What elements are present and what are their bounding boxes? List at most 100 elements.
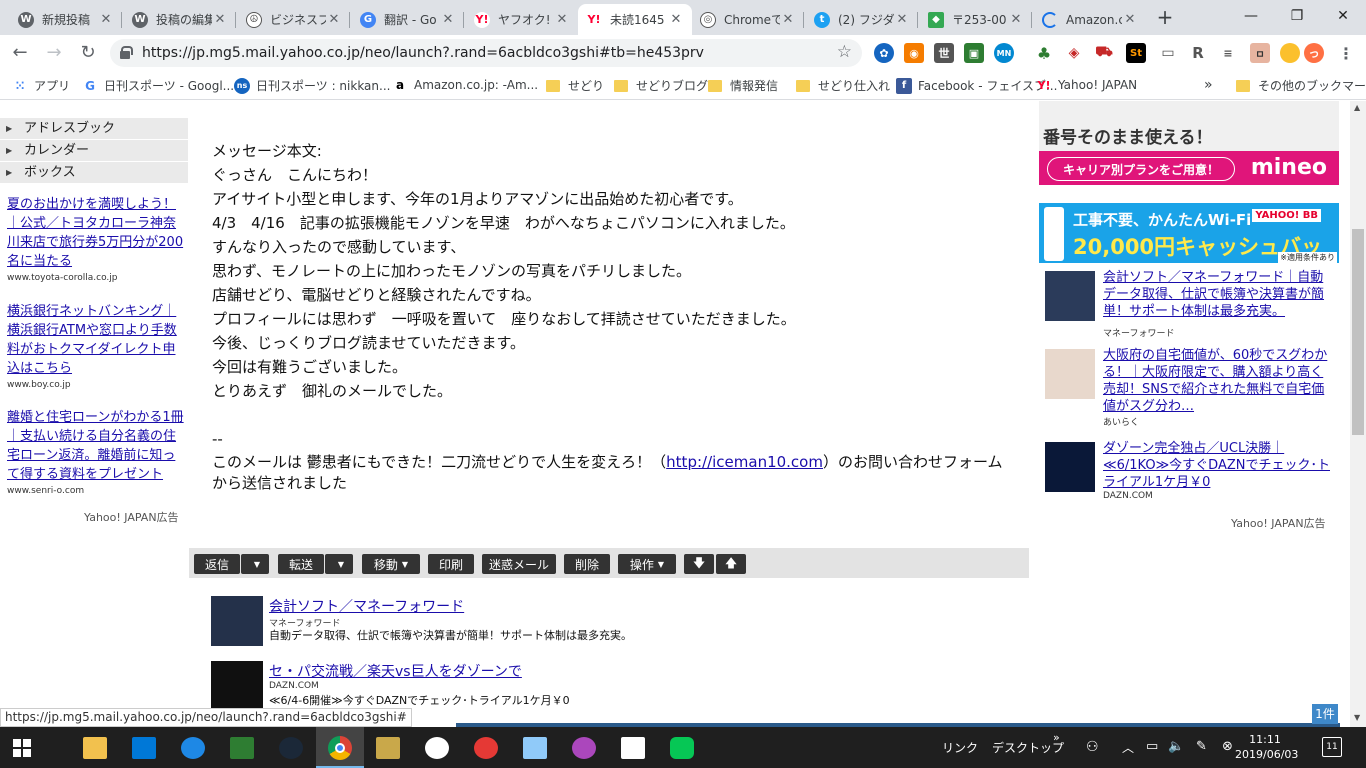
bookmarks-more-button[interactable]: » <box>1204 77 1213 93</box>
operate-button[interactable]: 操作 ▼ <box>618 554 676 574</box>
sidebar-item-box[interactable]: ▶ ボックス <box>0 162 188 184</box>
battery-icon[interactable]: ▭ <box>1146 739 1158 754</box>
tab-maps[interactable]: ◆ 〒253-00 ✕ <box>920 4 1032 35</box>
file-explorer-icon[interactable] <box>83 737 107 759</box>
rss-icon[interactable]: ◉ <box>904 43 924 63</box>
extension-icon[interactable]: R <box>1188 43 1208 63</box>
notification-center-icon[interactable]: 11 <box>1322 737 1342 757</box>
volume-icon[interactable]: 🔈 <box>1168 739 1184 754</box>
extension-icon[interactable]: MN <box>994 43 1014 63</box>
close-icon[interactable]: ✕ <box>1008 12 1024 27</box>
bookmark-nikkan-google[interactable]: G 日刊スポーツ - Googl... <box>82 77 234 94</box>
line-icon[interactable] <box>670 737 694 759</box>
close-icon[interactable]: ✕ <box>554 12 570 27</box>
next-message-button[interactable]: 🡇 <box>684 554 714 574</box>
taskbar-link-toolbar[interactable]: リンク <box>942 739 978 756</box>
bookmark-nikkan-sports[interactable]: ns 日刊スポーツ : nikkan... <box>234 77 390 94</box>
sidebar-ad[interactable]: 夏のお出かけを満喫しよう！｜公式／トヨタカローラ神奈川来店で旅行券5万円分が20… <box>7 195 185 283</box>
bookmark-folder-sedori-blog[interactable]: せどりブログ <box>614 77 708 94</box>
tab-edit-post[interactable]: W 投稿の編集 ✕ <box>124 4 236 35</box>
print-button[interactable]: 印刷 <box>428 554 474 574</box>
bookmark-folder-sedori[interactable]: せどり <box>546 77 604 94</box>
delete-button[interactable]: 削除 <box>564 554 610 574</box>
close-icon[interactable]: ✕ <box>98 12 114 27</box>
pen-icon[interactable]: ✎ <box>1196 739 1207 754</box>
extension-icon[interactable]: ✿ <box>874 43 894 63</box>
back-button[interactable]: ← <box>8 41 32 65</box>
tab-new-post[interactable]: W 新規投稿 ✕ <box>10 4 122 35</box>
reply-button[interactable]: 返信 <box>194 554 240 574</box>
spam-button[interactable]: 迷惑メール <box>482 554 556 574</box>
chat-icon[interactable]: ▭ <box>1158 43 1178 63</box>
reload-button[interactable]: ↻ <box>76 41 100 65</box>
right-ad-item[interactable]: 会計ソフト／マネーフォワード｜自動データ取得、仕訳で帳簿や決算書が簡単！サポート… <box>1045 270 1335 341</box>
close-window-button[interactable]: ✕ <box>1320 4 1366 28</box>
close-icon[interactable]: ✕ <box>440 12 456 27</box>
bookmark-amazon[interactable]: a Amazon.co.jp: -Am... <box>392 77 538 93</box>
sidebar-item-addressbook[interactable]: ▶ アドレスブック <box>0 118 188 140</box>
tab-business[interactable]: ☮ ビジネスプ ✕ <box>238 4 350 35</box>
previous-message-button[interactable]: 🡅 <box>716 554 746 574</box>
bookmark-folder-other[interactable]: その他のブックマーク <box>1236 77 1366 94</box>
close-icon[interactable]: ✕ <box>780 12 796 27</box>
forward-button[interactable]: → <box>42 41 66 65</box>
move-button[interactable]: 移動 ▼ <box>362 554 420 574</box>
close-icon[interactable]: ✕ <box>326 12 342 27</box>
scroll-up-icon[interactable]: ▲ <box>1354 103 1360 112</box>
scroll-down-icon[interactable]: ▼ <box>1354 713 1360 722</box>
promo-thumbnail[interactable] <box>211 596 263 646</box>
page-scrollbar[interactable]: ▲ ▼ <box>1350 101 1366 727</box>
bookmark-apps[interactable]: ⁙ アプリ <box>12 77 70 94</box>
new-tab-button[interactable]: + <box>1155 6 1175 28</box>
extension-icon[interactable]: ㅁ <box>1250 43 1270 63</box>
itunes-icon[interactable] <box>425 737 449 759</box>
reply-dropdown-button[interactable]: ▼ <box>241 554 269 574</box>
ad-thumbnail[interactable] <box>1045 271 1095 321</box>
profile-avatar[interactable]: っ <box>1304 43 1324 63</box>
bookmark-star-icon[interactable]: ☆ <box>837 42 852 62</box>
forward-button[interactable]: 転送 <box>278 554 324 574</box>
mineo-cta[interactable]: キャリア別プランをご用意！ <box>1047 157 1235 181</box>
promo-thumbnail[interactable] <box>211 661 263 711</box>
cart-icon[interactable]: ⛟ <box>1094 43 1114 63</box>
people-icon[interactable]: ⚇ <box>1086 739 1099 755</box>
tab-chrome[interactable]: ◎ Chromeで ✕ <box>692 4 804 35</box>
bookmark-folder-sedori-shiire[interactable]: せどり仕入れ <box>796 77 890 94</box>
steam-icon[interactable] <box>279 737 303 759</box>
tab-translate[interactable]: G 翻訳 - Go ✕ <box>352 4 464 35</box>
toolbar-expand-icon[interactable]: » <box>1053 731 1060 744</box>
forward-dropdown-button[interactable]: ▼ <box>325 554 353 574</box>
close-icon[interactable]: ✕ <box>668 12 684 27</box>
minimize-button[interactable]: — <box>1228 4 1274 28</box>
archive-icon[interactable] <box>376 737 400 759</box>
photo-app-icon[interactable] <box>230 737 254 759</box>
bookmark-folder-info[interactable]: 情報発信 <box>708 77 778 94</box>
sidebar-ad[interactable]: 横浜銀行ネットバンキング｜横浜銀行ATMや窓口より手数料がおトクマイダイレクト申… <box>7 302 185 390</box>
menu-icon[interactable]: ⋮ <box>1336 43 1356 63</box>
tab-yahuoku[interactable]: Y! ヤフオク! ✕ <box>466 4 578 35</box>
tab-amazon[interactable]: Amazon.c ✕ <box>1034 4 1146 35</box>
taskbar-clock[interactable]: 11:11 2019/06/03 <box>1235 732 1298 762</box>
sidebar-ad[interactable]: 離婚と住宅ローンがわかる1冊｜支払い続ける自分名義の住宅ローン返済。離婚前に知っ… <box>7 408 185 496</box>
paint-icon[interactable] <box>572 737 596 759</box>
extension-icon[interactable]: ≡ <box>1218 43 1238 63</box>
app-icon[interactable] <box>474 737 498 759</box>
extension-icon[interactable]: 世 <box>934 43 954 63</box>
bookmark-yahoo-japan[interactable]: Y! Yahoo! JAPAN <box>1036 77 1138 93</box>
chrome-taskbar-button[interactable] <box>316 727 364 768</box>
extension-icon[interactable] <box>1280 43 1300 63</box>
address-bar[interactable]: https://jp.mg5.mail.yahoo.co.jp/neo/laun… <box>110 39 862 67</box>
windows-start-icon[interactable] <box>13 739 31 757</box>
scrollbar-thumb[interactable] <box>1352 229 1364 435</box>
extension-icon[interactable]: ◈ <box>1064 43 1084 63</box>
extension-icon[interactable]: ▣ <box>964 43 984 63</box>
close-icon[interactable]: ✕ <box>894 12 910 27</box>
iceman-link[interactable]: http://iceman10.com <box>666 453 823 471</box>
close-icon[interactable]: ✕ <box>1122 12 1138 27</box>
tab-twitter[interactable]: t (2) フジダ ✕ <box>806 4 918 35</box>
right-ad-item[interactable]: 大阪府の自宅価値が、60秒でスグわかる！｜大阪府限定で、購入額より高く売却！SN… <box>1045 348 1335 429</box>
bookmark-facebook[interactable]: f Facebook - フェイスブ... <box>896 77 1057 94</box>
tab-yahoo-mail[interactable]: Y! 未読1645 ✕ <box>578 4 692 35</box>
chevron-up-icon[interactable]: ︿ <box>1122 739 1134 756</box>
extension-icon[interactable]: St <box>1126 43 1146 63</box>
